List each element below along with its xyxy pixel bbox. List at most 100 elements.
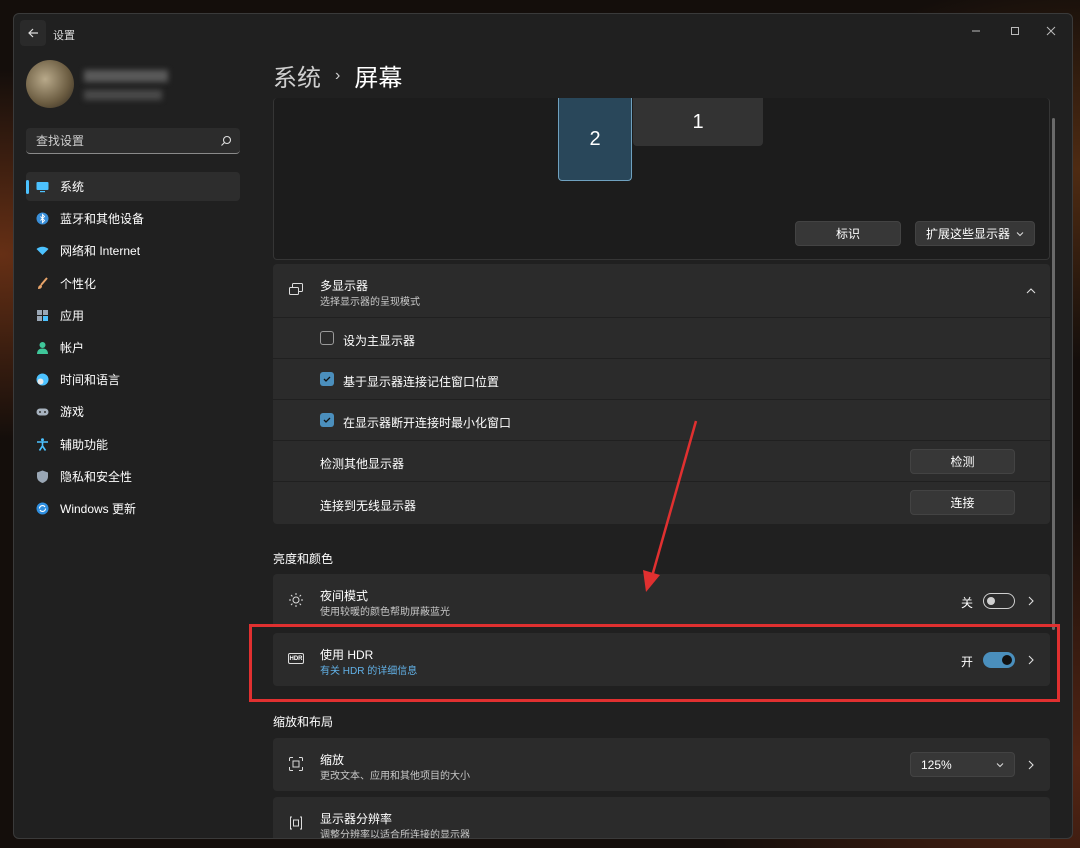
wireless-display-label: 连接到无线显示器 <box>320 499 417 513</box>
chevron-down-icon <box>1016 232 1024 237</box>
minimize-windows-checkbox[interactable] <box>320 413 334 427</box>
resolution-icon <box>290 816 302 830</box>
checkmark-icon <box>323 417 331 423</box>
sidebar-item-bluetooth[interactable]: 蓝牙和其他设备 <box>26 204 240 233</box>
resolution-row[interactable]: 显示器分辨率 调整分辨率以适合所连接的显示器 <box>273 797 1050 838</box>
checkmark-icon <box>323 376 331 382</box>
hdr-icon-text: HDR <box>289 655 303 662</box>
night-light-toggle[interactable] <box>983 593 1015 609</box>
breadcrumb: 系统 › 屏幕 <box>273 58 402 93</box>
brightness-section-heading: 亮度和颜色 <box>273 552 334 566</box>
sidebar-item-accessibility[interactable]: 辅助功能 <box>26 430 240 459</box>
search-input[interactable] <box>34 132 220 149</box>
multi-display-header[interactable]: 多显示器 选择显示器的呈现模式 <box>273 264 1050 317</box>
connect-button-label: 连接 <box>950 496 975 510</box>
settings-window: 设置 系统 蓝牙和其他设备 网络和 Internet <box>13 13 1073 839</box>
accessibility-icon <box>37 437 48 451</box>
scale-row[interactable]: 缩放 更改文本、应用和其他项目的大小 125% <box>273 738 1050 791</box>
update-icon <box>36 502 49 515</box>
avatar[interactable] <box>26 60 74 108</box>
monitor-1-tile[interactable]: 1 <box>633 98 763 146</box>
breadcrumb-parent[interactable]: 系统 <box>273 58 321 93</box>
sidebar-item-system[interactable]: 系统 <box>26 172 240 201</box>
detect-button[interactable]: 检测 <box>910 449 1015 474</box>
sidebar-item-apps[interactable]: 应用 <box>26 301 240 330</box>
display-mode-value: 扩展这些显示器 <box>926 227 1011 241</box>
hdr-row[interactable]: HDR 使用 HDR 有关 HDR 的详细信息 开 <box>273 633 1050 686</box>
night-light-row[interactable]: 夜间模式 使用较暖的颜色帮助屏蔽蓝光 关 <box>273 574 1050 627</box>
monitor-2-number: 2 <box>589 127 601 150</box>
title-bar: 设置 <box>14 14 1072 52</box>
wireless-display-row: 连接到无线显示器 连接 <box>273 482 1050 524</box>
scale-section-heading: 缩放和布局 <box>273 715 334 729</box>
chevron-right-icon[interactable] <box>1025 654 1037 666</box>
display-mode-dropdown[interactable]: 扩展这些显示器 <box>915 221 1035 246</box>
arrow-left-icon <box>28 28 38 38</box>
sidebar-item-label: 辅助功能 <box>60 437 109 452</box>
option-row-remember-position[interactable]: 基于显示器连接记住窗口位置 <box>273 359 1050 399</box>
detect-button-label: 检测 <box>950 455 975 469</box>
sidebar-item-personalization[interactable]: 个性化 <box>26 269 240 298</box>
resolution-subtitle: 调整分辨率以适合所连接的显示器 <box>320 830 470 838</box>
sun-icon <box>289 593 303 607</box>
resolution-title: 显示器分辨率 <box>320 812 393 826</box>
night-light-title: 夜间模式 <box>320 589 369 603</box>
sidebar-item-label: 帐户 <box>60 340 85 355</box>
identify-button-label: 标识 <box>835 227 860 241</box>
option-label: 基于显示器连接记住窗口位置 <box>343 375 500 389</box>
maximize-button[interactable] <box>1000 20 1030 42</box>
back-button[interactable] <box>20 20 46 46</box>
sidebar-nav: 系统 蓝牙和其他设备 网络和 Internet 个性化 应用 帐户 时间和语言 <box>26 172 240 526</box>
sidebar-item-network[interactable]: 网络和 Internet <box>26 236 240 265</box>
hdr-title: 使用 HDR <box>320 648 374 662</box>
primary-display-checkbox[interactable] <box>320 331 334 345</box>
hdr-toggle[interactable] <box>983 652 1015 668</box>
chevron-up-icon[interactable] <box>1025 285 1037 297</box>
chevron-right-icon[interactable] <box>1025 595 1037 607</box>
identify-button[interactable]: 标识 <box>795 221 901 246</box>
minimize-button[interactable] <box>961 20 991 42</box>
night-light-subtitle: 使用较暖的颜色帮助屏蔽蓝光 <box>320 607 450 618</box>
scale-value: 125% <box>921 757 952 772</box>
night-light-state: 关 <box>961 596 974 610</box>
option-label: 设为主显示器 <box>343 334 416 348</box>
option-row-minimize-windows[interactable]: 在显示器断开连接时最小化窗口 <box>273 400 1050 440</box>
sidebar-item-windows-update[interactable]: Windows 更新 <box>26 494 240 523</box>
sidebar-item-privacy[interactable]: 隐私和安全性 <box>26 462 240 491</box>
chevron-down-icon <box>996 763 1004 768</box>
multi-monitor-icon <box>289 283 303 295</box>
connect-button[interactable]: 连接 <box>910 490 1015 515</box>
breadcrumb-separator: › <box>335 66 341 84</box>
close-button[interactable] <box>1036 20 1066 42</box>
bluetooth-icon <box>36 212 49 225</box>
main-content: 2 1 标识 扩展这些显示器 多显示器 选择显示器的呈现模式 设为主显示器 基于… <box>273 98 1052 838</box>
sidebar-item-time-language[interactable]: 时间和语言 <box>26 365 240 394</box>
remember-position-checkbox[interactable] <box>320 372 334 386</box>
search-box[interactable] <box>26 128 240 154</box>
app-title: 设置 <box>53 30 75 42</box>
detect-displays-row: 检测其他显示器 检测 <box>273 441 1050 481</box>
sidebar-item-label: Windows 更新 <box>60 501 137 516</box>
user-email-redacted <box>84 90 162 100</box>
option-row-primary-display[interactable]: 设为主显示器 <box>273 318 1050 358</box>
sidebar-item-accounts[interactable]: 帐户 <box>26 333 240 362</box>
brush-icon <box>38 276 48 289</box>
sidebar-item-label: 蓝牙和其他设备 <box>60 212 145 227</box>
multi-display-subtitle: 选择显示器的呈现模式 <box>320 297 420 308</box>
scale-subtitle: 更改文本、应用和其他项目的大小 <box>320 771 470 782</box>
option-label: 在显示器断开连接时最小化窗口 <box>343 416 512 430</box>
maximize-icon <box>1011 27 1019 35</box>
scale-dropdown[interactable]: 125% <box>910 752 1015 777</box>
sidebar-item-label: 系统 <box>60 180 85 194</box>
scale-title: 缩放 <box>320 753 345 767</box>
search-icon[interactable] <box>220 135 232 147</box>
sidebar-item-label: 应用 <box>60 308 85 323</box>
scrollbar[interactable] <box>1052 118 1055 630</box>
chevron-right-icon[interactable] <box>1025 759 1037 771</box>
account-icon <box>37 341 48 354</box>
monitor-2-tile[interactable]: 2 <box>558 98 632 181</box>
multi-display-title: 多显示器 <box>320 279 369 293</box>
hdr-icon: HDR <box>288 653 304 664</box>
hdr-learn-more-link[interactable]: 有关 HDR 的详细信息 <box>320 662 417 677</box>
sidebar-item-gaming[interactable]: 游戏 <box>26 397 240 426</box>
